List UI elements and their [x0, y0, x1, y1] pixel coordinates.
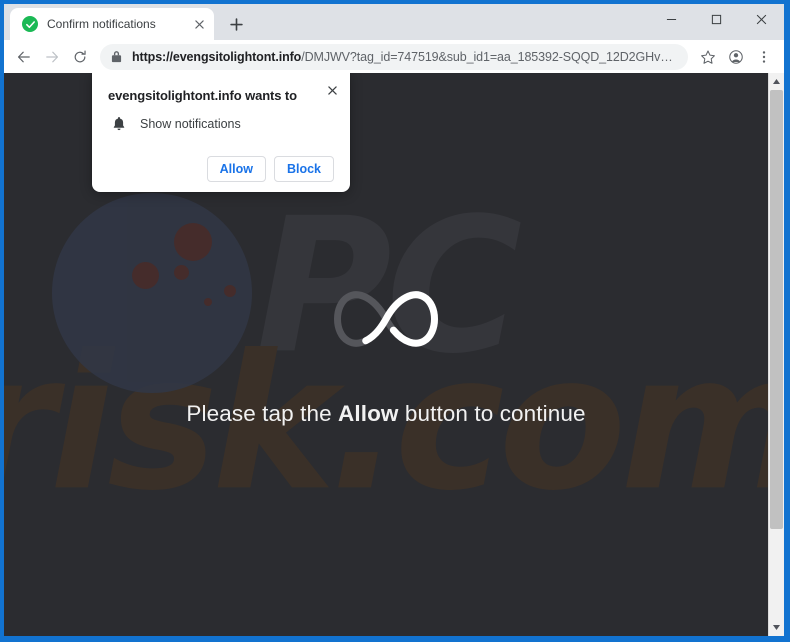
- maximize-button[interactable]: [694, 4, 739, 34]
- browser-window: Confirm notifications https://evengsitol…: [4, 4, 784, 636]
- account-avatar-icon[interactable]: [722, 43, 750, 71]
- window-frame: Confirm notifications https://evengsitol…: [0, 0, 790, 642]
- scroll-up-arrow-icon[interactable]: [769, 73, 784, 90]
- scrollbar-track[interactable]: [769, 90, 784, 619]
- dialog-title: evengsitolightont.info wants to: [108, 88, 297, 103]
- tab-strip: Confirm notifications: [4, 4, 784, 40]
- check-circle-icon: [22, 16, 38, 32]
- lock-icon[interactable]: [108, 49, 124, 65]
- vertical-scrollbar[interactable]: [768, 73, 784, 636]
- three-dot-menu-icon[interactable]: [750, 43, 778, 71]
- scrollbar-thumb[interactable]: [770, 90, 783, 530]
- close-button[interactable]: [739, 4, 784, 34]
- address-bar-text: https://evengsitolightont.info/DMJWV?tag…: [132, 50, 678, 64]
- new-tab-button[interactable]: [222, 10, 250, 38]
- url-domain: https://evengsitolightont.info: [132, 49, 302, 64]
- block-button[interactable]: Block: [273, 156, 334, 182]
- tab-confirm-notifications[interactable]: Confirm notifications: [10, 8, 214, 40]
- reload-icon[interactable]: [66, 43, 94, 71]
- headline-pre: Please tap the: [186, 400, 339, 426]
- dialog-actions: Allow Block: [108, 156, 334, 182]
- headline-post: button to continue: [398, 400, 586, 426]
- web-page: PC risk.com Please tap the Allow button …: [4, 73, 768, 636]
- forward-arrow-icon: [38, 43, 66, 71]
- allow-button[interactable]: Allow: [206, 156, 266, 182]
- minimize-button[interactable]: [649, 4, 694, 34]
- bell-icon: [112, 116, 127, 131]
- url-path: /DMJWV?tag_id=747519&sub_id1=aa_185392-S…: [301, 49, 678, 64]
- page-headline: Please tap the Allow button to continue: [186, 401, 585, 427]
- tab-close-icon[interactable]: [190, 15, 208, 33]
- notification-permission-dialog: evengsitolightont.info wants to Show not…: [92, 73, 350, 192]
- headline-bold: Allow: [338, 400, 399, 426]
- page-viewport: PC risk.com Please tap the Allow button …: [4, 73, 784, 636]
- address-bar[interactable]: https://evengsitolightont.info/DMJWV?tag…: [100, 43, 688, 70]
- infinity-loading-spinner: [334, 290, 438, 347]
- tab-title: Confirm notifications: [47, 17, 156, 31]
- dialog-close-icon[interactable]: [323, 81, 341, 99]
- window-controls: [649, 4, 784, 34]
- dialog-permission-row: Show notifications: [108, 116, 334, 131]
- toolbar-right-actions: [694, 43, 778, 71]
- star-icon[interactable]: [694, 43, 722, 71]
- dialog-permission-label: Show notifications: [140, 116, 241, 131]
- scroll-down-arrow-icon[interactable]: [769, 619, 784, 636]
- back-arrow-icon[interactable]: [10, 43, 38, 71]
- browser-toolbar: https://evengsitolightont.info/DMJWV?tag…: [4, 40, 784, 73]
